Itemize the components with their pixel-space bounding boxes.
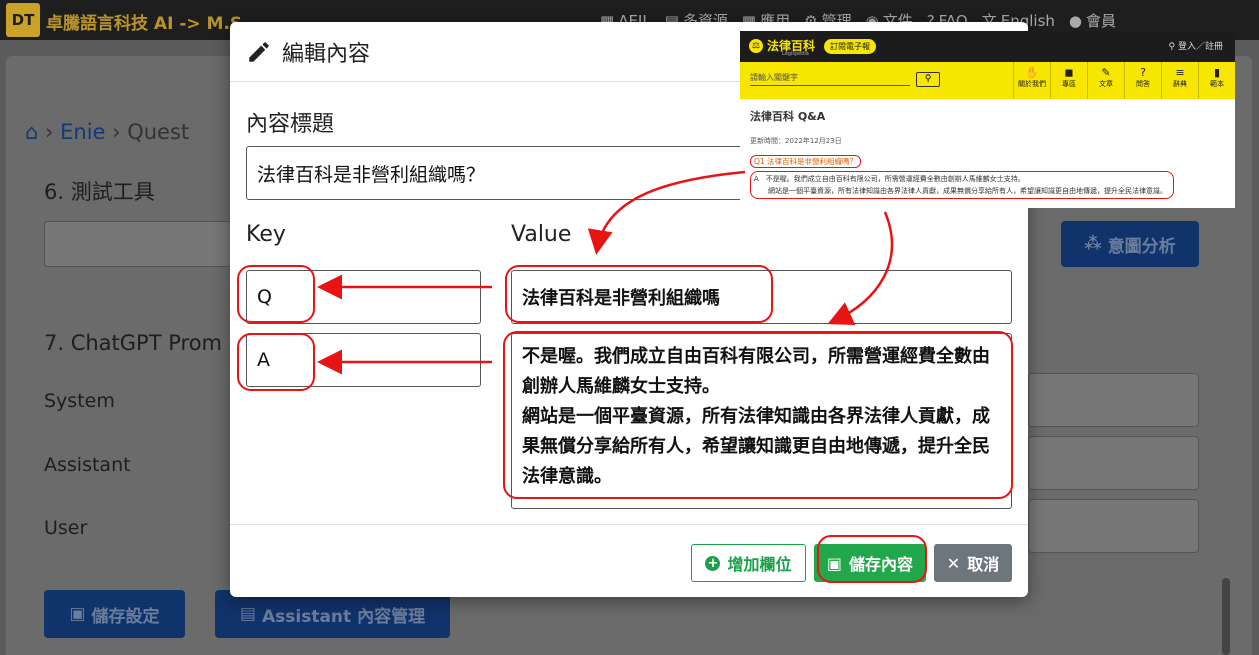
inset-answer-line2: 網站是一個平臺資源，所有法律知識由各界法律人貢獻，成果無償分享給所有人，希望讓知… — [768, 187, 1167, 195]
plus-circle-icon: + — [705, 555, 721, 571]
annotation-circle-key-q — [237, 265, 315, 323]
site-logo[interactable]: DT — [6, 3, 40, 37]
add-field-button[interactable]: + 增加欄位 — [691, 544, 806, 582]
annotation-circle-value-a — [503, 331, 1013, 499]
key-header: Key — [246, 222, 286, 247]
inset-nav-dictionary: ≡ 辭典 — [1161, 62, 1198, 99]
book-icon: ≡ — [1175, 66, 1185, 79]
breadcrumb-quest[interactable]: Quest — [127, 120, 189, 144]
save-settings-button[interactable]: ▣ 儲存設定 — [44, 590, 185, 638]
user-icon: ● — [1068, 11, 1083, 30]
inset-date: 更新時間：2022年12月23日 — [750, 137, 842, 145]
website-screenshot-inset: ⚖ 法律百科 Legispedia 訂閱電子報 ⚲ 登入／註冊 請輸入關鍵字 ⚲… — [740, 31, 1235, 208]
scale-icon: ⚖ — [749, 38, 763, 53]
user-icon: ⚲ — [1168, 42, 1176, 52]
content-title-input[interactable]: 法律百科是非營利組織嗎？ — [246, 146, 776, 200]
cancel-button[interactable]: ✕ 取消 — [934, 544, 1012, 582]
breadcrumb-enie[interactable]: Enie — [60, 120, 105, 144]
section-6-heading: 6. 測試工具 — [44, 180, 155, 204]
assistant-manage-button[interactable]: ▤ Assistant 內容管理 — [215, 590, 450, 638]
inset-header: ⚖ 法律百科 Legispedia 訂閱電子報 ⚲ 登入／註冊 — [740, 31, 1235, 62]
annotation-circle-save — [817, 535, 927, 583]
home-icon[interactable]: ⌂ — [25, 120, 38, 144]
inset-nav-about: ✋ 關於我們 — [1013, 62, 1050, 99]
value-header: Value — [511, 222, 572, 247]
question-icon: ? — [1140, 66, 1146, 79]
test-input[interactable] — [44, 221, 244, 267]
close-icon: ✕ — [946, 553, 961, 573]
system-label: System — [44, 390, 115, 412]
breadcrumb: ⌂ › Enie › Quest — [25, 120, 190, 144]
cube-icon: ◼ — [1064, 66, 1074, 79]
inset-login: ⚲ 登入／註冊 — [1168, 42, 1223, 52]
assistant-label: Assistant — [44, 454, 131, 476]
intent-analysis-button[interactable]: ⁂ 意圖分析 — [1061, 221, 1199, 267]
user-textarea[interactable] — [1028, 499, 1199, 553]
pencil-icon — [249, 41, 269, 62]
inset-search-icon: ⚲ — [916, 72, 940, 87]
content-title-label: 內容標題 — [246, 112, 335, 137]
inset-searchbar: 請輸入關鍵字 ⚲ ✋ 關於我們 ◼ 專區 ✎ 文章 ? 問答 ≡ 辭典 ▮ 範本 — [740, 62, 1235, 99]
inset-nav-templates: ▮ 範本 — [1198, 62, 1235, 99]
inset-question: Q1 法律百科是非營利組織嗎？ — [750, 155, 862, 168]
sitemap-icon: ⁂ — [1084, 234, 1102, 254]
modal-title: 編輯內容 — [282, 41, 371, 67]
pen-icon: ✎ — [1101, 66, 1111, 79]
user-label: User — [44, 517, 88, 539]
inset-nav-articles: ✎ 文章 — [1087, 62, 1124, 99]
annotation-circle-key-a — [237, 333, 315, 391]
floppy-icon: ▣ — [69, 604, 86, 624]
inset-title: 法律百科 Q&A — [750, 110, 826, 123]
nav-item-member[interactable]: ● 會員 — [1069, 10, 1116, 31]
inset-subscribe: 訂閱電子報 — [824, 39, 876, 54]
inset-nav: ✋ 關於我們 ◼ 專區 ✎ 文章 ? 問答 ≡ 辭典 ▮ 範本 — [1013, 62, 1235, 99]
inset-nav-qa: ? 問答 — [1124, 62, 1161, 99]
system-textarea[interactable] — [1028, 373, 1199, 427]
inset-body: 法律百科 Q&A 更新時間：2022年12月23日 Q1 法律百科是非營利組織嗎… — [740, 99, 1235, 208]
site-brand[interactable]: 卓騰語言科技 AI -> M.S — [46, 9, 242, 34]
page-scrollbar[interactable] — [1222, 578, 1230, 655]
inset-answer-box: A 不是喔。我們成立自由百科有限公司，所需營運經費全數由創辦人馬維麟女士支持。 … — [750, 171, 1174, 199]
section-7-heading: 7. ChatGPT Prom — [44, 331, 222, 355]
assistant-textarea[interactable] — [1028, 436, 1199, 490]
folder-plus-icon: ▤ — [239, 604, 256, 624]
inset-search-input: 請輸入關鍵字 — [750, 72, 910, 86]
inset-logo-sub: Legispedia — [782, 51, 809, 57]
inset-answer-line1: A 不是喔。我們成立自由百科有限公司，所需營運經費全數由創辦人馬維麟女士支持。 — [754, 175, 1025, 183]
file-icon: ▮ — [1213, 66, 1221, 79]
hand-icon: ✋ — [1025, 66, 1039, 79]
inset-nav-zone: ◼ 專區 — [1050, 62, 1087, 99]
annotation-circle-value-q — [505, 265, 773, 323]
